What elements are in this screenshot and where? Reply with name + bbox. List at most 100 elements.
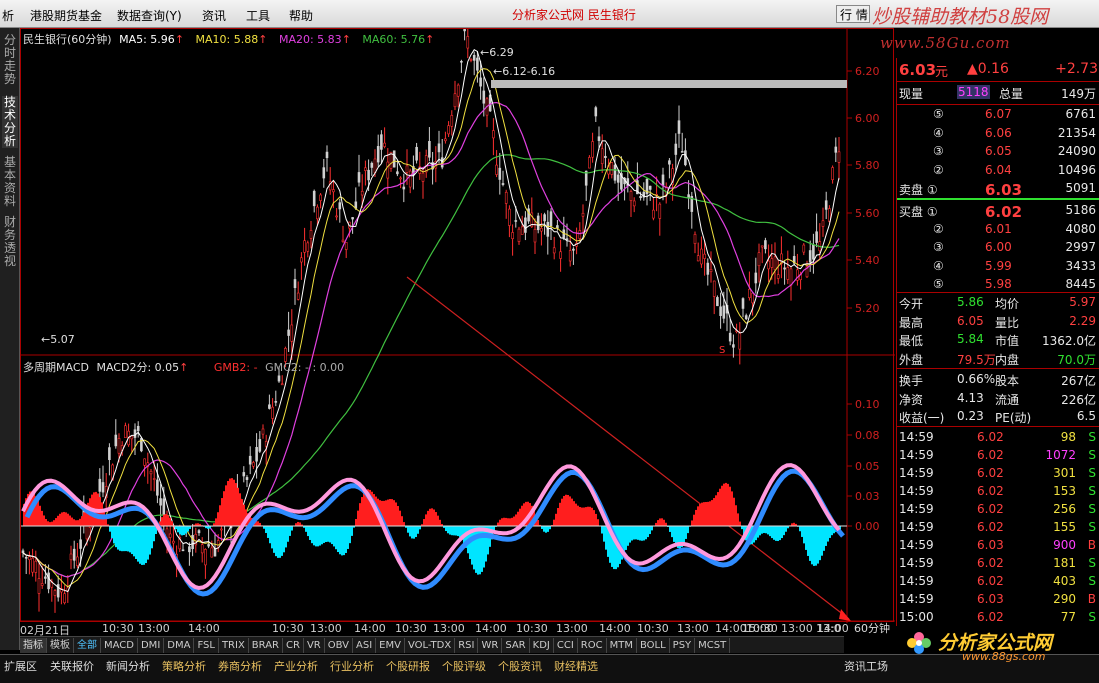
macd-bar-negative <box>277 526 279 558</box>
candle-body <box>466 36 470 49</box>
macd-bar-positive <box>359 503 361 526</box>
macd-bar-positive <box>721 485 723 526</box>
chart-area[interactable]: ←6.29 ←6.12-6.16 ←5.07 S 6.20 6.00 5.80 5.60 5.… <box>20 28 895 623</box>
macd-bar-positive <box>101 502 103 526</box>
indicator-tab[interactable]: ROC <box>578 638 607 653</box>
indicator-tab[interactable]: BRAR <box>249 638 283 653</box>
indicator-tab[interactable]: PSY <box>670 638 696 653</box>
macd-bar-negative <box>123 526 125 552</box>
menu-data-query[interactable]: 数据查询(Y) <box>117 7 182 24</box>
macd-bar-negative <box>333 526 335 547</box>
tab-technical-analysis[interactable]: 技术分析 <box>2 96 18 148</box>
candle-body <box>527 208 530 222</box>
nav-related-quotes[interactable]: 关联报价 <box>50 658 94 674</box>
indicator-bar: 指标 模板 全部 MACD DMI DMA FSL TRIX BRAR CR VR OBV ASI EMV… <box>20 636 844 653</box>
menu-news[interactable]: 资讯 <box>202 7 226 24</box>
macd-bar-negative <box>413 526 415 539</box>
candle-body <box>524 217 527 233</box>
indicator-tab[interactable]: FSL <box>194 638 219 653</box>
macd-bar-negative <box>307 526 309 537</box>
tick-volume: 256 <box>1053 502 1076 516</box>
indicator-tab[interactable]: 全部 <box>74 638 101 653</box>
indicator-tab[interactable]: DMI <box>138 638 165 653</box>
quote-button[interactable]: 行 情 <box>836 5 870 23</box>
macd-bar-positive <box>709 501 711 526</box>
indicator-tab[interactable]: CCI <box>554 638 578 653</box>
ask-row: ⑤ 6.07 6761 <box>897 106 1099 124</box>
indicator-tab[interactable]: CR <box>283 638 304 653</box>
tab-intraday[interactable]: 分时走势 <box>2 34 18 86</box>
nav-finance-picks[interactable]: 财经精选 <box>554 658 598 674</box>
indicator-tab[interactable]: VR <box>304 638 325 653</box>
macd-bar-negative <box>477 526 479 575</box>
candle-body <box>674 143 678 155</box>
macd-bar-positive <box>51 521 53 526</box>
candle-body <box>248 455 252 465</box>
macd-bar-positive <box>537 519 539 526</box>
candle-body <box>722 305 726 319</box>
menu-help[interactable]: 帮助 <box>289 7 313 24</box>
nav-broker[interactable]: 券商分析 <box>218 658 262 674</box>
nav-rating[interactable]: 个股评级 <box>442 658 486 674</box>
price-change: ▲0.16 <box>967 61 1009 77</box>
ask-row: ④ 6.06 21354 <box>897 125 1099 143</box>
candle-body <box>824 200 828 210</box>
indicator-tab[interactable]: BOLL <box>637 638 670 653</box>
macd-bar-negative <box>139 526 141 564</box>
indicator-tab[interactable]: MACD <box>101 638 138 653</box>
nav-news-workshop[interactable]: 资讯工场 <box>844 658 888 674</box>
indicator-tab[interactable]: OBV <box>325 638 353 653</box>
indicator-tab[interactable]: 模板 <box>47 638 74 653</box>
period-selector[interactable]: 60分钟 <box>850 620 894 635</box>
candle-body <box>309 230 313 239</box>
macd-bar-negative <box>829 526 831 538</box>
macd-tick-label: 0.00 <box>855 520 880 533</box>
nav-sector[interactable]: 行业分析 <box>330 658 374 674</box>
indicator-tab[interactable]: MCST <box>695 638 731 653</box>
nav-strategy[interactable]: 策略分析 <box>162 658 206 674</box>
indicator-tab[interactable]: DMA <box>164 638 195 653</box>
nav-research[interactable]: 个股研报 <box>386 658 430 674</box>
menu-hk-futures-funds[interactable]: 港股期货基金 <box>30 7 102 24</box>
candle-body <box>21 550 25 554</box>
indicator-tab[interactable]: 指标 <box>20 638 47 653</box>
indicator-tab[interactable]: KDJ <box>530 638 554 653</box>
candle-body <box>136 425 140 432</box>
macd-bar-negative <box>311 526 313 544</box>
macd-bar-negative <box>125 526 127 552</box>
chart-canvas[interactable]: ←6.29 ←6.12-6.16 ←5.07 S 6.20 6.00 5.80 5.60 5.… <box>21 29 895 623</box>
indicator-tab[interactable]: EMV <box>376 638 405 653</box>
indicator-tab[interactable]: RSI <box>455 638 479 653</box>
indicator-tab[interactable]: MTM <box>607 638 637 653</box>
candle-body <box>220 528 223 531</box>
macd-bar-negative <box>185 526 187 534</box>
fund-label: 收益(一) <box>899 411 945 425</box>
macd-bar-positive <box>355 519 357 526</box>
fund-row: 收益(一) 0.23 PE(动) 6.5 <box>897 408 1099 426</box>
tick-time: 14:59 <box>899 556 934 570</box>
nav-industry[interactable]: 产业分析 <box>274 658 318 674</box>
nav-stock-news[interactable]: 个股资讯 <box>498 658 542 674</box>
macd-bar-positive <box>733 497 735 526</box>
fund-label: 流通 <box>995 392 1020 407</box>
indicator-tab[interactable]: TRIX <box>219 638 249 653</box>
macd-bar-positive <box>431 508 433 526</box>
tick-volume: 290 <box>1053 592 1076 606</box>
candle-body <box>687 194 690 198</box>
indicator-tab[interactable]: WR <box>478 638 503 653</box>
indicator-tab[interactable]: SAR <box>502 638 530 653</box>
indicator-tab[interactable]: VOL-TDX <box>405 638 456 653</box>
nav-extension[interactable]: 扩展区 <box>4 658 37 674</box>
candle-body <box>770 258 774 268</box>
tick-price: 6.02 <box>977 466 1004 480</box>
candle-body <box>316 206 319 220</box>
brand-url: www.58Gu.com <box>880 34 1011 52</box>
menu-tools[interactable]: 工具 <box>246 7 270 24</box>
menu-analysis[interactable]: 析 <box>2 7 14 24</box>
tab-basic-info[interactable]: 基本资料 <box>2 156 18 208</box>
tab-financials[interactable]: 财务透视 <box>2 216 18 268</box>
nav-news-analysis[interactable]: 新闻分析 <box>106 658 150 674</box>
stat-value: 1362.0亿 <box>1042 334 1096 348</box>
indicator-tab[interactable]: ASI <box>353 638 377 653</box>
macd-bar-negative <box>671 526 673 538</box>
